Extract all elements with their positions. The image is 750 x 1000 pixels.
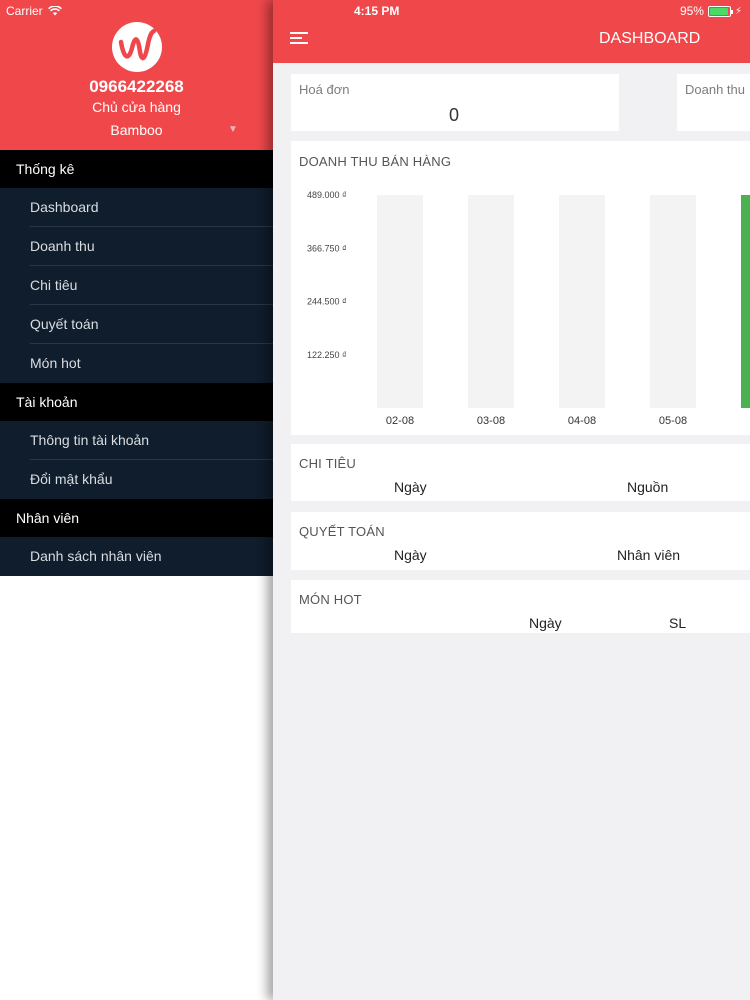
invoice-value: 0 [449, 105, 460, 125]
sidebar-item-change-password[interactable]: Đổi mật khẩu [0, 460, 273, 499]
y-tick-label: 244.500 ₫ [307, 297, 347, 307]
wifi-icon [47, 6, 62, 16]
clock: 4:15 PM [354, 4, 400, 18]
settlement-col-date: Ngày [394, 547, 427, 563]
status-bar: Carrier 4:15 PM 95% ⚡ [0, 0, 750, 22]
expense-col-date: Ngày [394, 479, 427, 495]
y-tick-label: 366.750 ₫ [307, 243, 347, 253]
bar-background [559, 195, 605, 408]
x-tick-label: 04-08 [568, 415, 596, 427]
settlement-panel: QUYẾT TOÁN Ngày Nhân viên [291, 512, 750, 570]
sidebar-item-settlement[interactable]: Quyết toán [0, 305, 273, 344]
chevron-down-icon[interactable]: ▼ [228, 124, 238, 135]
sidebar-item-revenue[interactable]: Doanh thu [0, 227, 273, 266]
y-tick-label: 489.000 ₫ [307, 190, 347, 200]
hot-items-panel: MÓN HOT Ngày SL [291, 580, 750, 633]
sidebar-item-hot-items[interactable]: Món hot [0, 344, 273, 383]
x-tick-label: 03-08 [477, 415, 505, 427]
expense-panel: CHI TIÊU Ngày Nguồn [291, 444, 750, 501]
sidebar-section-account: Tài khoản Thông tin tài khoản Đổi mật kh… [0, 383, 273, 499]
revenue-label: Doanh thu [685, 82, 745, 97]
hot-items-title: MÓN HOT [299, 592, 362, 607]
user-role: Chủ cửa hàng [92, 99, 181, 115]
sidebar-item-staff-list[interactable]: Danh sách nhân viên [0, 537, 273, 576]
y-tick-label: 122.250 ₫ [307, 350, 347, 360]
invoice-label: Hoá đơn [299, 82, 350, 97]
sales-chart-panel: DOANH THU BÁN HÀNG 122.250 ₫ 244.500 ₫ 366… [291, 141, 750, 435]
sidebar-item-dashboard[interactable]: Dashboard [0, 188, 273, 227]
sidebar-section-staff: Nhân viên Danh sách nhân viên [0, 499, 273, 576]
expense-title: CHI TIÊU [299, 456, 356, 471]
x-tick-label: 05-08 [659, 415, 687, 427]
sidebar-item-expenses[interactable]: Chi tiêu [0, 266, 273, 305]
revenue-card: Doanh thu [677, 74, 750, 131]
menu-icon[interactable] [290, 32, 308, 44]
bar-background [468, 195, 514, 408]
sidebar-item-account-info[interactable]: Thông tin tài khoản [0, 421, 273, 460]
sales-bar-chart: 122.250 ₫ 244.500 ₫ 366.750 ₫ 489.000 ₫ 02-0… [307, 190, 750, 427]
x-tick-label: 02-08 [386, 415, 414, 427]
section-title-statistics: Thống kê [0, 150, 273, 188]
sidebar: 0966422268 Chủ cửa hàng Bamboo ▼ Thống k… [0, 0, 273, 1000]
sidebar-section-statistics: Thống kê Dashboard Doanh thu Chi tiêu Qu… [0, 150, 273, 383]
brand-logo-icon [112, 22, 162, 72]
battery-indicator: 95% ⚡ [680, 4, 742, 18]
battery-percent: 95% [679, 4, 704, 18]
invoice-card: Hoá đơn 0 [291, 74, 619, 131]
hot-items-col-qty: SL [669, 615, 687, 631]
carrier-indicator: Carrier [6, 4, 62, 18]
section-title-staff: Nhân viên [0, 499, 273, 537]
page-title: DASHBOARD [599, 30, 701, 47]
expense-col-source: Nguồn [627, 479, 669, 495]
bar-background [650, 195, 696, 408]
main-panel: DASHBOARD Hoá đơn 0 Doanh thu DOANH THU … [273, 0, 750, 1000]
settlement-title: QUYẾT TOÁN [299, 524, 385, 539]
bar-value[interactable] [741, 195, 750, 408]
hot-items-col-date: Ngày [529, 615, 562, 631]
bar-background [377, 195, 423, 408]
sidebar-profile-header: 0966422268 Chủ cửa hàng Bamboo ▼ [0, 0, 273, 150]
charging-icon: ⚡ [734, 5, 742, 17]
section-title-account: Tài khoản [0, 383, 273, 421]
carrier-label: Carrier [6, 4, 43, 18]
settlement-col-staff: Nhân viên [617, 547, 681, 563]
battery-icon [707, 5, 733, 17]
user-phone: 0966422268 [89, 77, 184, 96]
